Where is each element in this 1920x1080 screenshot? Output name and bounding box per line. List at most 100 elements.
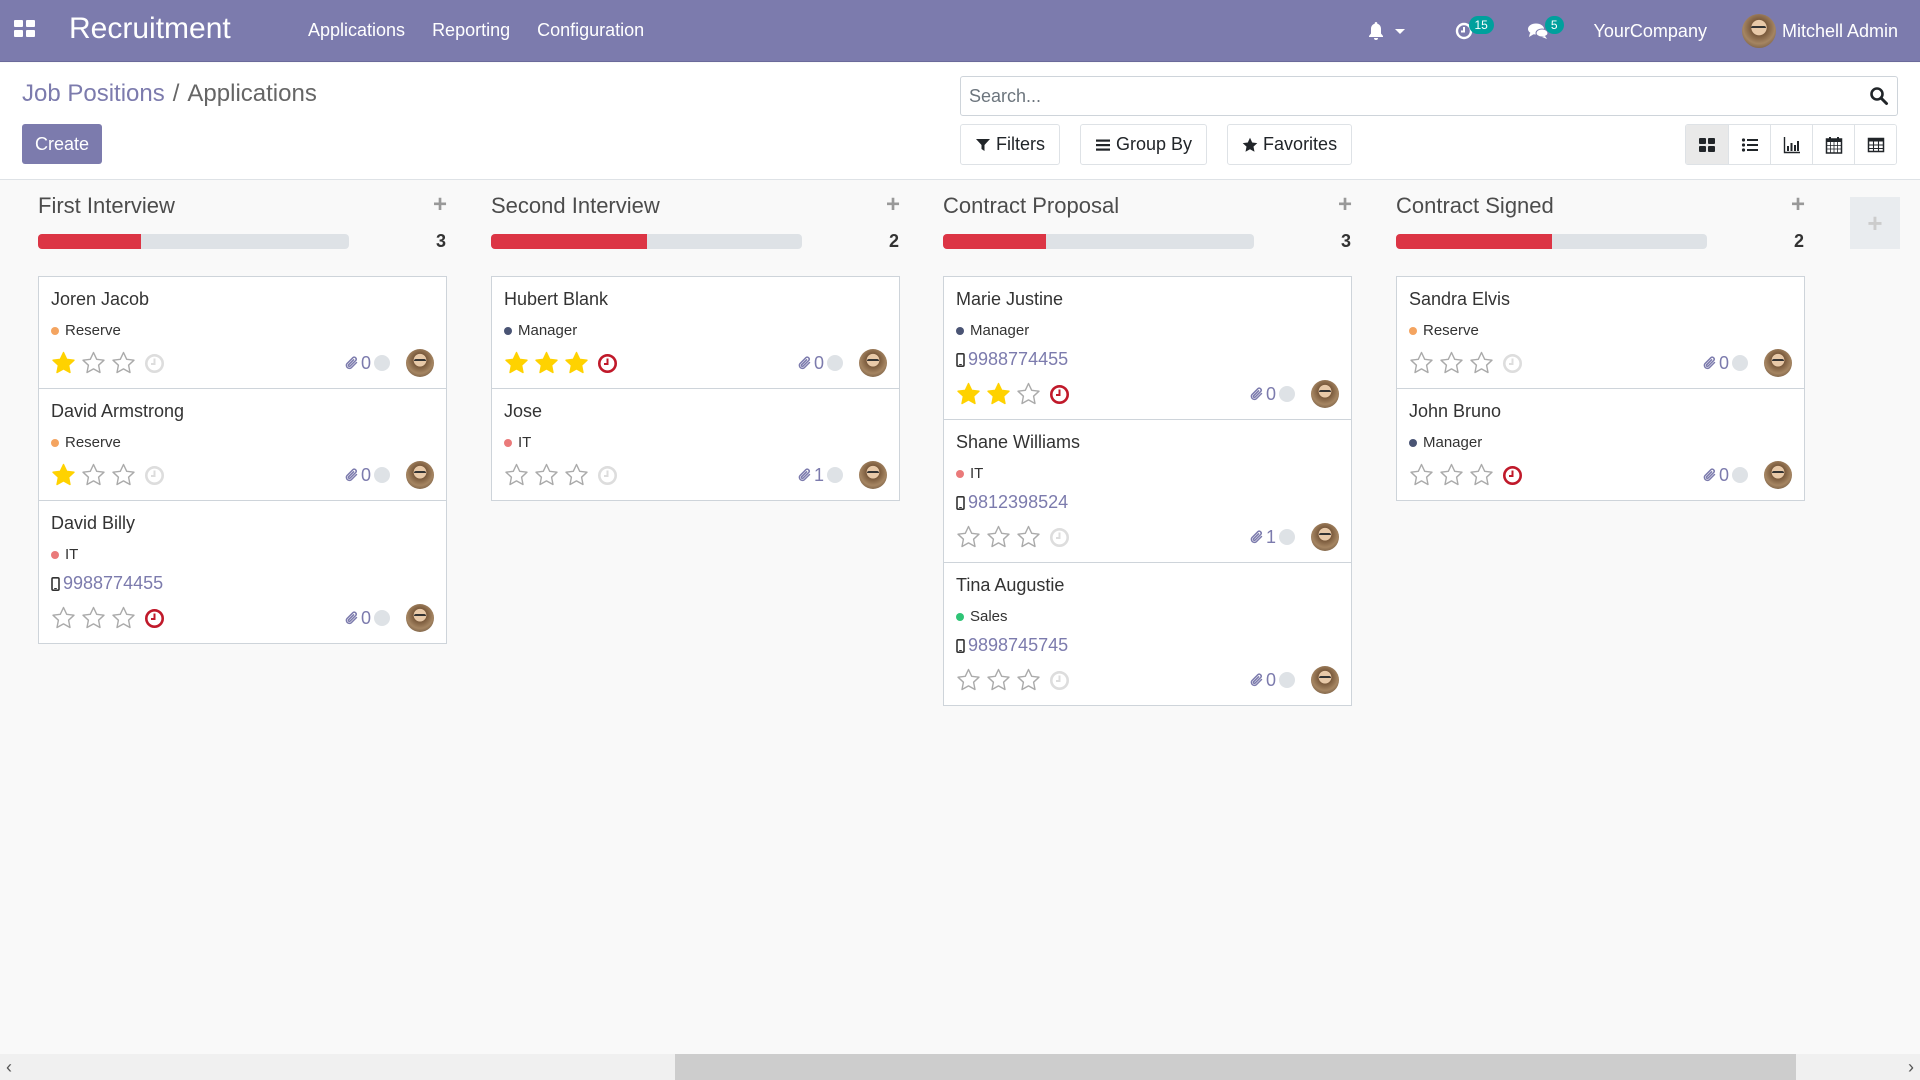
star-filled-icon[interactable] (504, 351, 529, 375)
attachments-count[interactable]: 1 (1250, 527, 1276, 548)
apps-menu-icon[interactable] (14, 20, 35, 38)
company-switcher[interactable]: YourCompany (1594, 21, 1707, 42)
progress-fill-overdue[interactable] (1396, 234, 1552, 249)
assigned-user-avatar[interactable] (1311, 666, 1339, 694)
progress-fill-overdue[interactable] (491, 234, 647, 249)
star-empty-icon[interactable] (504, 463, 529, 487)
attachments-count[interactable]: 0 (798, 353, 824, 374)
applicant-card[interactable]: Tina Augustie Sales 9898745745 0 (943, 563, 1352, 706)
star-empty-icon[interactable] (81, 351, 106, 375)
assigned-user-avatar[interactable] (1311, 380, 1339, 408)
star-empty-icon[interactable] (81, 606, 106, 630)
filters-button[interactable]: Filters (960, 124, 1060, 165)
applicant-card[interactable]: Sandra Elvis Reserve 0 (1396, 276, 1805, 389)
applicant-card[interactable]: Joren Jacob Reserve 0 (38, 276, 447, 389)
star-filled-icon[interactable] (51, 351, 76, 375)
breadcrumb-job-positions[interactable]: Job Positions (22, 80, 165, 107)
column-progress-bar[interactable] (38, 234, 349, 249)
kanban-state-circle[interactable] (1732, 355, 1748, 371)
column-progress-bar[interactable] (491, 234, 802, 249)
kanban-state-circle[interactable] (374, 355, 390, 371)
activity-clock-icon[interactable] (1049, 670, 1070, 691)
star-empty-icon[interactable] (111, 606, 136, 630)
applicant-phone[interactable]: 9898745745 (956, 635, 1339, 656)
applicant-card[interactable]: John Bruno Manager 0 (1396, 389, 1805, 501)
column-title[interactable]: Contract Proposal (943, 193, 1119, 219)
kanban-state-circle[interactable] (1732, 467, 1748, 483)
star-filled-icon[interactable] (986, 382, 1011, 406)
star-empty-icon[interactable] (1409, 351, 1434, 375)
star-empty-icon[interactable] (1016, 668, 1041, 692)
scroll-right-icon[interactable]: › (1908, 1057, 1914, 1078)
activity-clock-icon[interactable] (1502, 353, 1523, 374)
progress-fill-overdue[interactable] (38, 234, 141, 249)
attachments-count[interactable]: 0 (1703, 465, 1729, 486)
menu-configuration[interactable]: Configuration (537, 20, 644, 41)
attachments-count[interactable]: 1 (798, 465, 824, 486)
scrollbar-thumb[interactable] (675, 1054, 1796, 1080)
applicant-card[interactable]: Hubert Blank Manager 0 (491, 276, 900, 389)
star-empty-icon[interactable] (986, 525, 1011, 549)
search-input[interactable] (961, 77, 1841, 115)
attachments-count[interactable]: 0 (345, 465, 371, 486)
star-filled-icon[interactable] (51, 463, 76, 487)
kanban-state-circle[interactable] (827, 355, 843, 371)
star-filled-icon[interactable] (956, 382, 981, 406)
applicant-card[interactable]: David Armstrong Reserve 0 (38, 389, 447, 501)
quick-create-button[interactable]: + (1791, 191, 1805, 219)
applicant-card[interactable]: Shane Williams IT 9812398524 1 (943, 420, 1352, 563)
star-filled-icon[interactable] (534, 351, 559, 375)
menu-reporting[interactable]: Reporting (432, 20, 510, 41)
column-title[interactable]: Second Interview (491, 193, 660, 219)
user-menu[interactable]: Mitchell Admin (1741, 14, 1898, 48)
column-progress-bar[interactable] (943, 234, 1254, 249)
attachments-count[interactable]: 0 (1250, 384, 1276, 405)
column-title[interactable]: First Interview (38, 193, 175, 219)
pivot-view-button[interactable] (1854, 125, 1896, 164)
activity-overdue-clock-icon[interactable] (597, 353, 618, 374)
applicant-phone[interactable]: 9988774455 (51, 573, 434, 594)
column-progress-bar[interactable] (1396, 234, 1707, 249)
assigned-user-avatar[interactable] (406, 349, 434, 377)
quick-create-button[interactable]: + (433, 191, 447, 219)
quick-create-button[interactable]: + (1338, 191, 1352, 219)
app-title[interactable]: Recruitment (69, 12, 231, 46)
column-title[interactable]: Contract Signed (1396, 193, 1554, 219)
notifications-button[interactable] (1367, 21, 1405, 41)
star-empty-icon[interactable] (81, 463, 106, 487)
activity-clock-icon[interactable] (144, 465, 165, 486)
attachments-count[interactable]: 0 (345, 608, 371, 629)
search-icon[interactable] (1869, 86, 1889, 106)
menu-applications[interactable]: Applications (308, 20, 405, 41)
applicant-card[interactable]: Jose IT 1 (491, 389, 900, 501)
attachments-count[interactable]: 0 (1703, 353, 1729, 374)
assigned-user-avatar[interactable] (406, 461, 434, 489)
add-column-button[interactable]: + (1850, 197, 1900, 249)
create-button[interactable]: Create (22, 124, 102, 164)
kanban-state-circle[interactable] (1279, 672, 1295, 688)
assigned-user-avatar[interactable] (1764, 349, 1792, 377)
applicant-phone[interactable]: 9988774455 (956, 349, 1339, 370)
assigned-user-avatar[interactable] (859, 349, 887, 377)
star-empty-icon[interactable] (956, 668, 981, 692)
group-by-button[interactable]: Group By (1080, 124, 1208, 165)
activities-button[interactable]: 15 (1455, 16, 1494, 40)
kanban-state-circle[interactable] (827, 467, 843, 483)
assigned-user-avatar[interactable] (859, 461, 887, 489)
star-empty-icon[interactable] (1439, 463, 1464, 487)
star-empty-icon[interactable] (564, 463, 589, 487)
activity-overdue-clock-icon[interactable] (144, 608, 165, 629)
activity-clock-icon[interactable] (144, 353, 165, 374)
star-empty-icon[interactable] (956, 525, 981, 549)
star-empty-icon[interactable] (1016, 382, 1041, 406)
quick-create-button[interactable]: + (886, 191, 900, 219)
applicant-card[interactable]: Marie Justine Manager 9988774455 0 (943, 276, 1352, 420)
kanban-state-circle[interactable] (374, 610, 390, 626)
applicant-card[interactable]: David Billy IT 9988774455 0 (38, 501, 447, 644)
kanban-state-circle[interactable] (1279, 386, 1295, 402)
star-empty-icon[interactable] (111, 463, 136, 487)
applicant-phone[interactable]: 9812398524 (956, 492, 1339, 513)
kanban-state-circle[interactable] (374, 467, 390, 483)
star-filled-icon[interactable] (564, 351, 589, 375)
activity-clock-icon[interactable] (597, 465, 618, 486)
